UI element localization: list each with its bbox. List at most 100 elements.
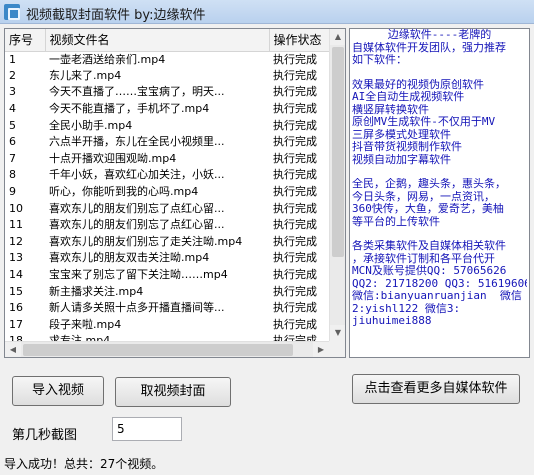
table-row[interactable]: 4 今天不能直播了，手机坏了.mp4 执行完成 <box>5 101 331 118</box>
table-row[interactable]: 1 一壶老酒送给亲们.mp4 执行完成 <box>5 51 331 68</box>
row-number-cell: 17 <box>9 317 23 331</box>
table-row[interactable]: 11 喜欢东儿的朋友们别忘了点红心留... 执行完成 <box>5 217 331 234</box>
row-number-cell: 2 <box>9 68 16 82</box>
table-row[interactable]: 10 喜欢东儿的朋友们别忘了点红心留... 执行完成 <box>5 200 331 217</box>
horizontal-scrollbar[interactable]: ◀ ▶ <box>5 341 329 357</box>
table-row[interactable]: 15 新主播求关注.mp4 执行完成 <box>5 283 331 300</box>
info-line: ，承接软件订制和各平台代开 <box>352 252 495 265</box>
info-line: QQ2: 21718200 QQ3: 51619606 <box>352 277 527 290</box>
status-cell: 执行完成 <box>273 218 317 232</box>
row-number-cell: 1 <box>9 52 16 66</box>
promo-text-panel[interactable]: 边缘软件----老牌的 自媒体软件开发团队，强力推荐 如下软件： 效果最好的视频伪原创… <box>349 28 530 358</box>
capture-second-label: 第几秒截图 <box>12 428 78 443</box>
filename-cell: 喜欢东儿的朋友们别忘了点红心留... <box>49 201 225 215</box>
filename-cell: 听心，你能听到我的心吗.mp4 <box>49 185 199 199</box>
table-row[interactable]: 5 全民小助手.mp4 执行完成 <box>5 117 331 134</box>
status-cell: 执行完成 <box>273 185 317 199</box>
table-row[interactable]: 17 段子来啦.mp4 执行完成 <box>5 317 331 334</box>
scroll-up-icon[interactable]: ▲ <box>330 29 345 45</box>
filename-cell: 六点半开播，东儿在全民小视频里... <box>49 135 225 149</box>
app-window: 视频截取封面软件 by:边缘软件 序号 视频文件名 操作状态 1 一壶老酒送给亲们… <box>0 0 534 475</box>
filename-cell: 东儿来了.mp4 <box>49 68 122 82</box>
filename-cell: 今天不能直播了，手机坏了.mp4 <box>49 102 210 116</box>
info-line: 原创MV生成软件-不仅用于MV <box>352 116 496 128</box>
capture-second-input[interactable]: 5 <box>112 417 182 441</box>
vertical-scrollbar[interactable]: ▲ ▼ <box>329 29 345 341</box>
table-row[interactable]: 2 东儿来了.mp4 执行完成 <box>5 68 331 85</box>
horizontal-scroll-thumb[interactable] <box>23 344 293 356</box>
table-row[interactable]: 6 六点半开播，东儿在全民小视频里... 执行完成 <box>5 134 331 151</box>
status-cell: 执行完成 <box>273 102 317 116</box>
table-row[interactable]: 13 喜欢东儿的朋友双击关注呦.mp4 执行完成 <box>5 250 331 267</box>
vertical-scroll-thumb[interactable] <box>332 47 344 257</box>
row-number-cell: 4 <box>9 102 16 116</box>
filename-cell: 全民小助手.mp4 <box>49 118 133 132</box>
info-line: 各类采集软件及自媒体相关软件 <box>352 240 506 252</box>
status-cell: 执行完成 <box>273 317 317 331</box>
row-number-cell: 3 <box>9 85 16 99</box>
info-line: 边缘软件----老牌的 <box>387 29 492 41</box>
video-table: 序号 视频文件名 操作状态 1 一壶老酒送给亲们.mp4 执行完成 2 东儿来了.mp4… <box>5 29 332 350</box>
more-software-button[interactable]: 点击查看更多自媒体软件 <box>352 374 520 404</box>
info-line: 等平台的上传软件 <box>352 215 440 228</box>
status-bar-text: 导入成功！总共：27个视频。 <box>4 457 164 471</box>
info-line: 横竖屏转换软件 <box>352 103 429 116</box>
info-line: 全民，企鹅，趣头条，惠头条， <box>352 178 506 190</box>
column-header-filename[interactable]: 视频文件名 <box>45 29 270 52</box>
info-line: AI全自动生成视频软件 <box>352 91 465 103</box>
column-header-status[interactable]: 操作状态 <box>269 29 332 52</box>
status-cell: 执行完成 <box>273 118 317 132</box>
status-cell: 执行完成 <box>273 268 317 282</box>
filename-cell: 今天不直播了……宝宝病了，明天... <box>49 85 225 99</box>
app-icon <box>4 4 20 20</box>
table-row[interactable]: 14 宝宝来了别忘了留下关注呦……mp4 执行完成 <box>5 267 331 284</box>
filename-cell: 一壶老酒送给亲们.mp4 <box>49 52 166 66</box>
table-row[interactable]: 12 喜欢东儿的朋友们别忘了走关注呦.mp4 执行完成 <box>5 234 331 251</box>
status-cell: 执行完成 <box>273 301 317 315</box>
table-row[interactable]: 7 十点开播欢迎围观呦.mp4 执行完成 <box>5 151 331 168</box>
title-bar: 视频截取封面软件 by:边缘软件 <box>0 0 534 24</box>
column-header-no[interactable]: 序号 <box>5 29 46 52</box>
status-cell: 执行完成 <box>273 68 317 82</box>
filename-cell: 喜欢东儿的朋友们别忘了点红心留... <box>49 218 225 232</box>
table-row[interactable]: 9 听心，你能听到我的心吗.mp4 执行完成 <box>5 184 331 201</box>
scroll-corner <box>329 341 345 357</box>
filename-cell: 喜欢东儿的朋友双击关注呦.mp4 <box>49 251 210 265</box>
row-number-cell: 8 <box>9 168 16 182</box>
info-line: 效果最好的视频伪原创软件 <box>352 78 484 91</box>
filename-cell: 宝宝来了别忘了留下关注呦……mp4 <box>49 268 228 282</box>
row-number-cell: 15 <box>9 284 23 298</box>
status-cell: 执行完成 <box>273 52 317 66</box>
table-row[interactable]: 3 今天不直播了……宝宝病了，明天... 执行完成 <box>5 84 331 101</box>
row-number-cell: 5 <box>9 118 16 132</box>
table-header-row: 序号 视频文件名 操作状态 <box>5 29 332 52</box>
info-line: jiuhuimei888 <box>352 315 432 327</box>
status-cell: 执行完成 <box>273 168 317 182</box>
status-cell: 执行完成 <box>273 234 317 248</box>
info-line: 视频自动加字幕软件 <box>352 153 451 166</box>
video-list[interactable]: 序号 视频文件名 操作状态 1 一壶老酒送给亲们.mp4 执行完成 2 东儿来了.mp4… <box>4 28 346 358</box>
scroll-right-icon[interactable]: ▶ <box>313 342 329 357</box>
row-number-cell: 12 <box>9 234 23 248</box>
row-number-cell: 10 <box>9 201 23 215</box>
status-cell: 执行完成 <box>273 85 317 99</box>
filename-cell: 新主播求关注.mp4 <box>49 284 144 298</box>
info-line: 三屏多模式处理软件 <box>352 128 451 141</box>
info-line: 如下软件： <box>352 54 407 66</box>
table-row[interactable]: 16 新人请多关照十点多开播直播间等... 执行完成 <box>5 300 331 317</box>
scroll-down-icon[interactable]: ▼ <box>330 325 345 341</box>
import-video-button[interactable]: 导入视频 <box>12 376 104 406</box>
row-number-cell: 6 <box>9 135 16 149</box>
row-number-cell: 11 <box>9 218 23 232</box>
row-number-cell: 7 <box>9 151 16 165</box>
status-cell: 执行完成 <box>273 151 317 165</box>
info-line: MCN及账号提供QQ: 57065626 <box>352 265 507 277</box>
row-number-cell: 16 <box>9 301 23 315</box>
table-row[interactable]: 8 千年小妖，喜欢红心加关注，小妖... 执行完成 <box>5 167 331 184</box>
capture-cover-button[interactable]: 取视频封面 <box>115 377 231 407</box>
scroll-left-icon[interactable]: ◀ <box>5 342 21 357</box>
filename-cell: 新人请多关照十点多开播直播间等... <box>49 301 225 315</box>
